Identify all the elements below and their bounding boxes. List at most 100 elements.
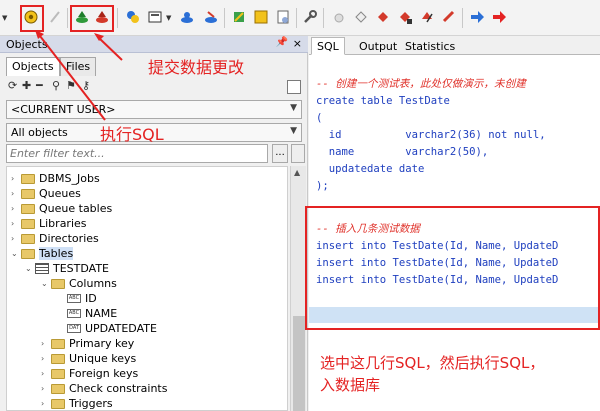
tree-item-foreign-keys[interactable]: › Foreign keys <box>41 366 138 381</box>
column-icon: ABC <box>67 294 81 303</box>
object-tree: › DBMS_Jobs › Queues › Queue tables › Librar… <box>6 166 288 411</box>
wrench-icon[interactable] <box>301 8 319 26</box>
toolbar-separator <box>67 8 68 28</box>
find-icon[interactable] <box>374 8 392 26</box>
code-line[interactable]: ); <box>316 178 329 195</box>
folder-icon <box>21 173 35 184</box>
tab-files[interactable]: Files <box>60 57 97 76</box>
folder-icon <box>51 368 65 379</box>
execute-highlight-box <box>20 5 44 32</box>
session-dropdown-icon[interactable]: ▼ <box>166 14 171 22</box>
tree-item-column-id[interactable]: ABC ID <box>67 291 97 306</box>
tab-sql[interactable]: SQL <box>311 37 345 55</box>
highlight-icon[interactable] <box>440 8 458 26</box>
folder-icon <box>21 218 35 229</box>
tree-item-column-updatedate[interactable]: DAT UPDATEDATE <box>67 321 157 336</box>
folder-icon <box>51 278 65 289</box>
arrow-right-icon[interactable] <box>468 8 486 26</box>
refresh-icon[interactable]: ⟳ <box>8 79 17 92</box>
code-line[interactable]: name varchar2(50), <box>316 144 488 161</box>
tree-item-triggers[interactable]: › Triggers <box>41 396 113 410</box>
tree-item-unique-keys[interactable]: › Unique keys <box>41 351 136 366</box>
add-icon[interactable]: ✚ <box>22 79 31 92</box>
tab-objects[interactable]: Objects <box>6 57 60 76</box>
tree-item-columns[interactable]: ⌄ Columns <box>41 276 117 291</box>
remove-icon[interactable]: ━ <box>36 79 43 92</box>
filter-clear-button[interactable] <box>291 144 305 163</box>
chevron-down-icon: ▼ <box>290 126 297 136</box>
tree-item-libraries[interactable]: › Libraries <box>11 216 87 231</box>
option-checkbox[interactable] <box>287 80 301 94</box>
code-comment-create[interactable]: -- 创建一个测试表，此处仅做演示，未创建 <box>316 76 526 93</box>
toolbar-dropdown-icon[interactable]: ▼ <box>2 14 7 22</box>
annotation-commit: 提交数据更改 <box>148 58 245 77</box>
toolbar-separator <box>323 8 324 28</box>
folder-icon <box>21 203 35 214</box>
toolbar-separator <box>117 8 118 28</box>
tree-item-queue-tables[interactable]: › Queue tables <box>11 201 112 216</box>
code-line[interactable]: id varchar2(36) not null, <box>316 127 546 144</box>
tree-item-queues[interactable]: › Queues <box>11 186 81 201</box>
toolbar-separator <box>296 8 297 28</box>
find-object-icon[interactable]: ⚲ <box>52 79 60 92</box>
arrow-right-red-icon[interactable] <box>490 8 508 26</box>
code-line[interactable]: ( <box>316 110 322 127</box>
tab-statistics[interactable]: Statistics <box>399 37 461 55</box>
filter-options-button[interactable]: ... <box>272 144 288 163</box>
logout-icon[interactable] <box>202 8 220 26</box>
tab-output[interactable]: Output <box>353 37 403 55</box>
date-column-icon: DAT <box>67 324 81 333</box>
bookmark-icon[interactable] <box>418 8 436 26</box>
annotation-execute: 执行SQL <box>100 125 164 144</box>
edit-icon[interactable] <box>252 8 270 26</box>
new-icon[interactable] <box>124 8 142 26</box>
tree-item-dbms-jobs[interactable]: › DBMS_Jobs <box>11 171 100 186</box>
scroll-thumb[interactable] <box>293 316 305 411</box>
object-mini-toolbar: ⟳ ✚ ━ ⚲ ⚑ ⚷ <box>0 76 308 96</box>
filter-input[interactable]: Enter filter text... <box>6 144 268 163</box>
panel-title: Objects <box>6 38 48 51</box>
filter-icon[interactable]: ⚑ <box>66 79 76 92</box>
pin-icon[interactable]: 📌 <box>276 37 288 48</box>
erase-icon[interactable] <box>352 8 370 26</box>
break-icon[interactable] <box>46 8 64 26</box>
column-icon: ABC <box>67 309 81 318</box>
scroll-up-icon[interactable]: ▲ <box>294 168 300 177</box>
report-icon[interactable] <box>274 8 292 26</box>
folder-icon <box>21 248 35 259</box>
tree-item-directories[interactable]: › Directories <box>11 231 99 246</box>
chevron-down-icon: ▼ <box>290 103 297 113</box>
toolbar-separator <box>462 8 463 28</box>
folder-icon <box>51 353 65 364</box>
user-select-value: <CURRENT USER> <box>11 103 116 116</box>
filter-placeholder: Enter filter text... <box>10 147 105 160</box>
objects-select-value: All objects <box>11 126 68 139</box>
key-icon[interactable]: ⚷ <box>82 79 90 92</box>
close-icon[interactable]: × <box>293 37 302 50</box>
toolbar-separator <box>224 8 225 28</box>
tools-icon[interactable] <box>230 8 248 26</box>
commit-highlight-box <box>70 5 114 32</box>
tree-item-tables[interactable]: ⌄ Tables <box>11 246 74 261</box>
annotation-bottom-line2: 入数据库 <box>320 376 381 394</box>
folder-icon <box>21 233 35 244</box>
code-line[interactable]: create table TestDate <box>316 93 450 110</box>
panel-title-bar: Objects 📌 × <box>0 36 308 53</box>
tree-item-primary-key[interactable]: › Primary key <box>41 336 134 351</box>
folder-icon <box>51 398 65 409</box>
tree-item-check-constraints[interactable]: › Check constraints <box>41 381 167 396</box>
user-select[interactable]: <CURRENT USER> ▼ <box>6 100 302 119</box>
session-icon[interactable] <box>146 8 164 26</box>
folder-icon <box>51 338 65 349</box>
insert-lines-highlight-box <box>305 206 600 330</box>
code-line[interactable]: updatedate date <box>316 161 425 178</box>
replace-icon[interactable] <box>396 8 414 26</box>
folder-icon <box>21 188 35 199</box>
tree-scrollbar[interactable]: ▲ <box>290 166 306 411</box>
tree-item-column-name[interactable]: ABC NAME <box>67 306 117 321</box>
annotation-bottom-line1: 选中这几行SQL，然后执行SQL， <box>320 354 545 372</box>
tree-item-testdate[interactable]: ⌄ TESTDATE <box>25 261 109 276</box>
login-icon[interactable] <box>178 8 196 26</box>
table-icon <box>35 263 49 274</box>
comment-icon[interactable] <box>330 8 348 26</box>
